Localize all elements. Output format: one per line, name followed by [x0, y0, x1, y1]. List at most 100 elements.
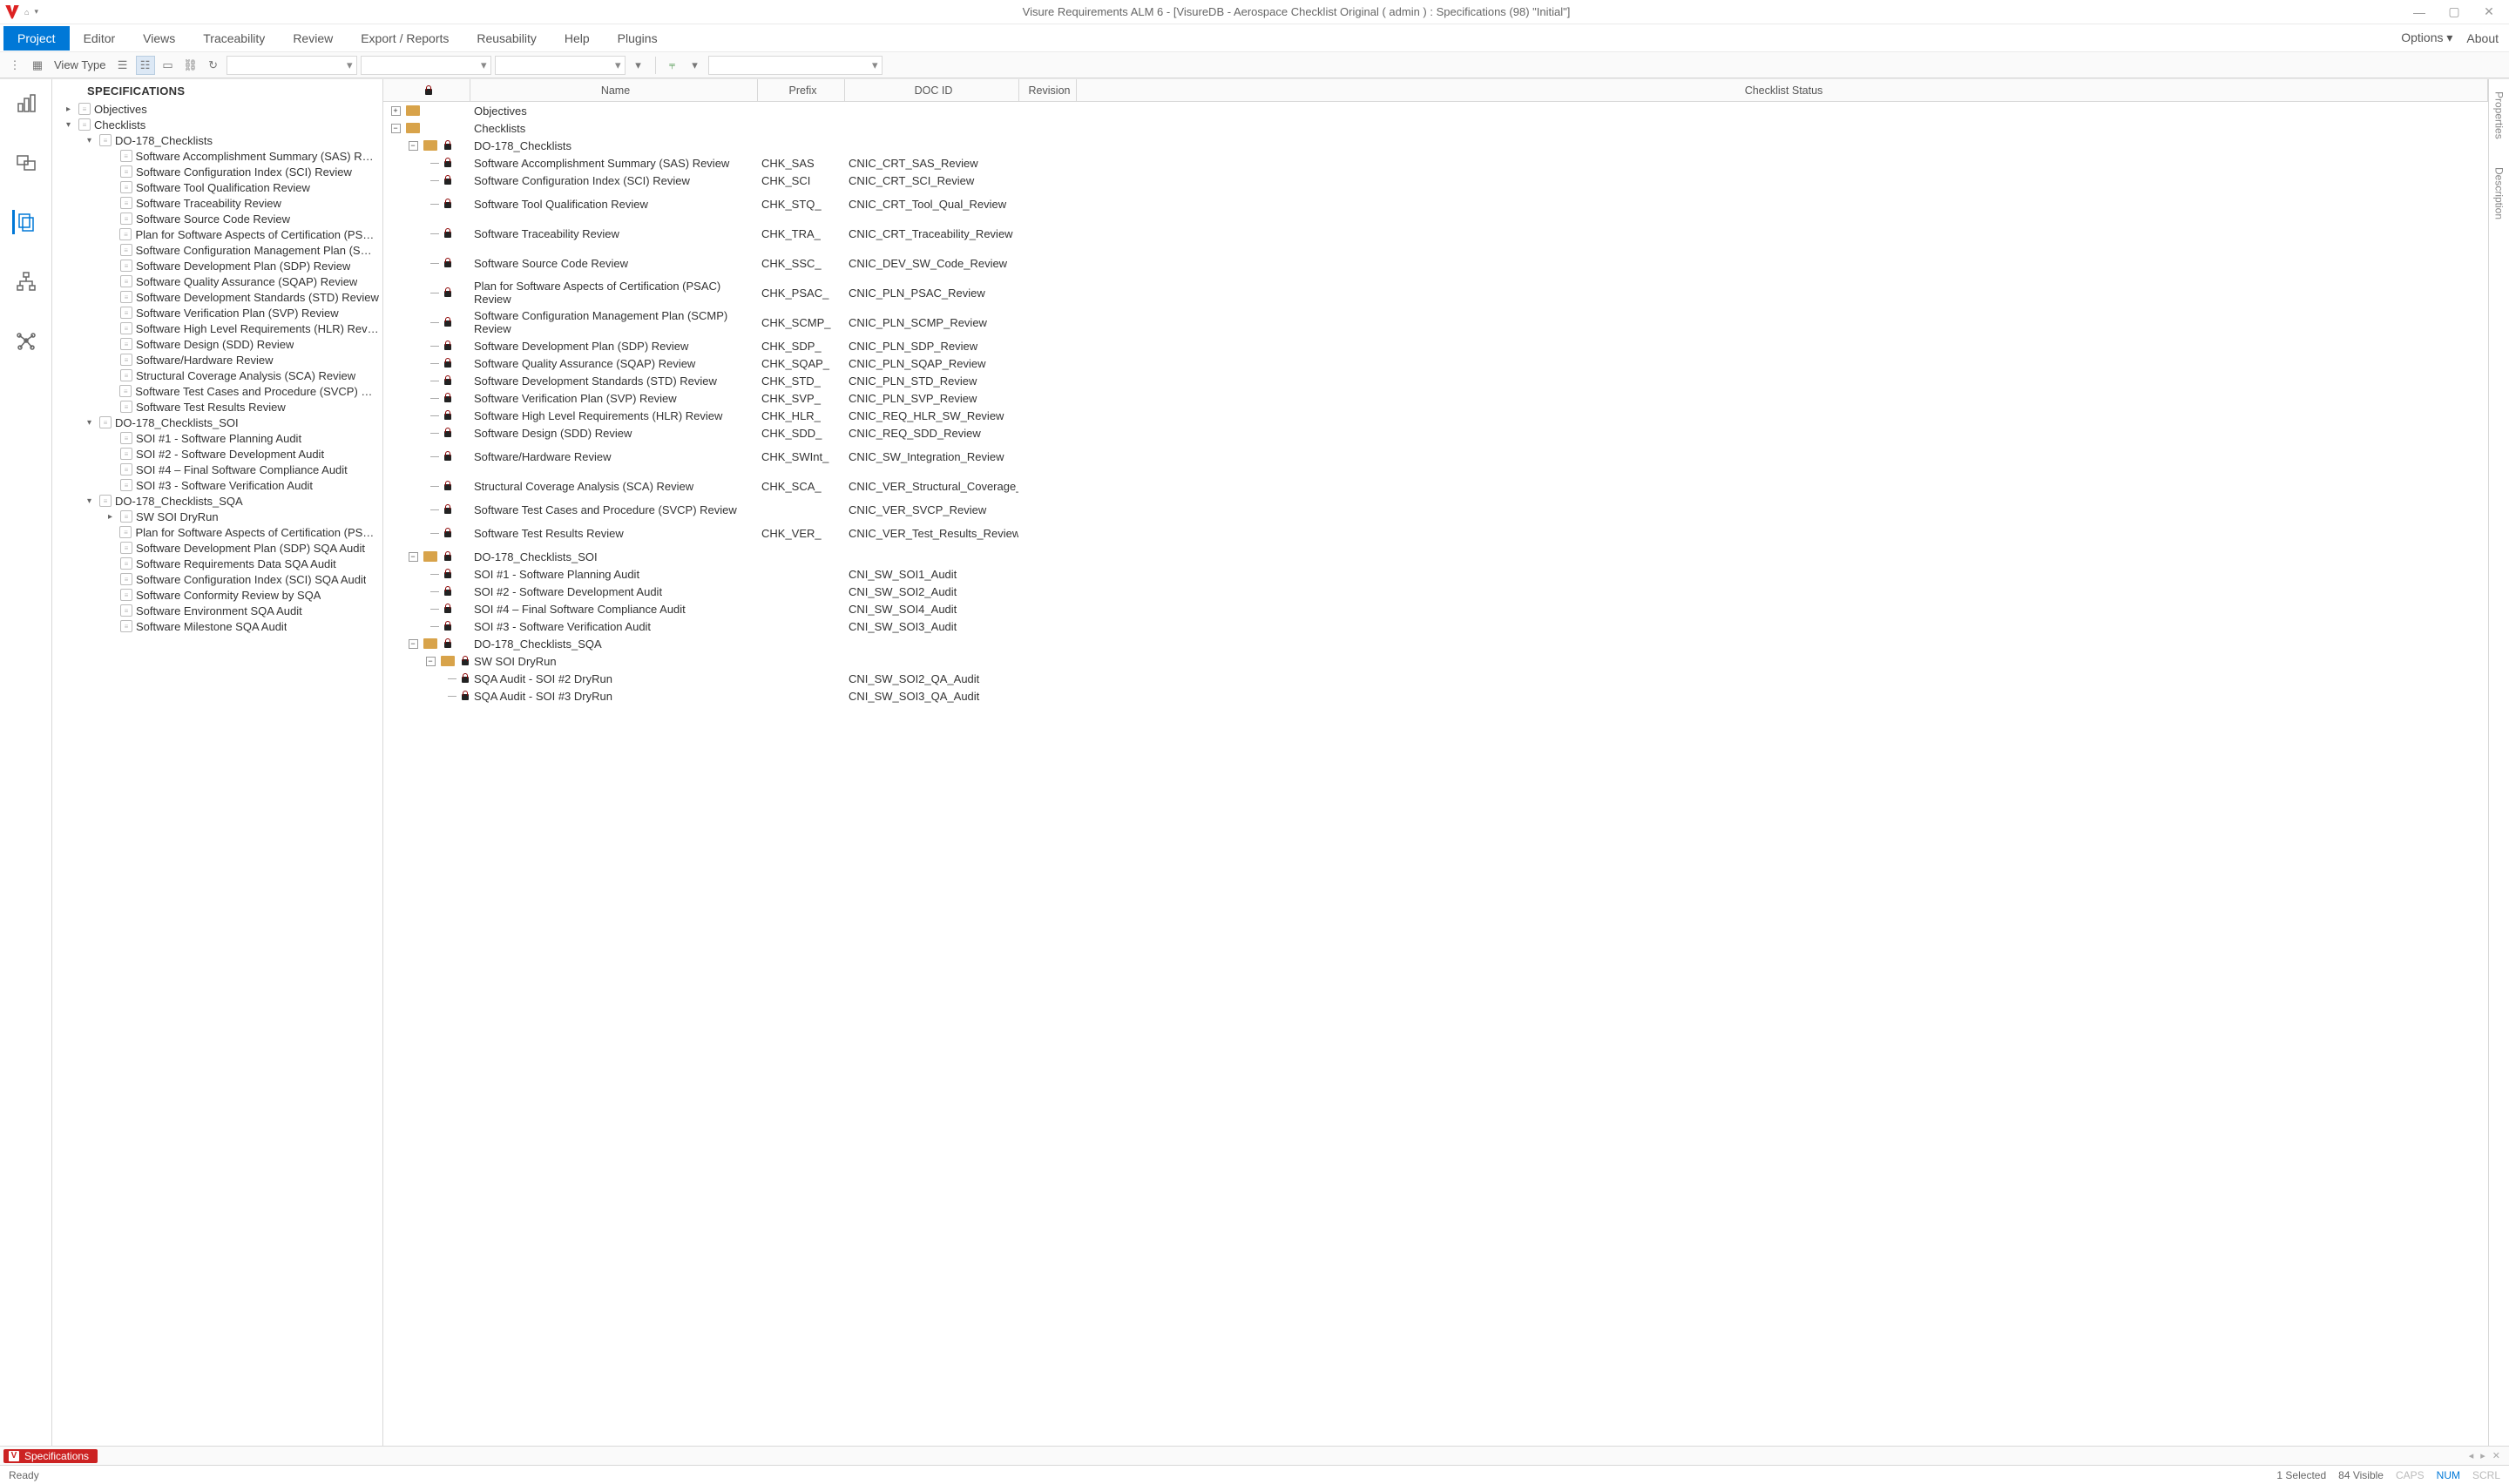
chevron-down-icon[interactable]: ▾ — [629, 56, 648, 75]
tree-item[interactable]: ≡Software Milestone SQA Audit — [56, 618, 382, 634]
grid-row[interactable]: −SW SOI DryRun — [383, 652, 2488, 670]
filter-input[interactable]: ▾ — [708, 56, 883, 75]
tree-item[interactable]: ≡Software Development Standards (STD) Re… — [56, 289, 382, 305]
grid-row[interactable]: Software Quality Assurance (SQAP) Review… — [383, 354, 2488, 372]
tree-panel[interactable]: SPECIFICATIONS ▸≡Objectives▾≡Checklists▾… — [52, 79, 383, 1446]
document-tab[interactable]: V Specifications — [3, 1449, 98, 1463]
tree-item[interactable]: ▾≡DO-178_Checklists_SQA — [56, 493, 382, 509]
grid-row[interactable]: Software/Hardware ReviewCHK_SWInt_CNIC_S… — [383, 442, 2488, 471]
menu-review[interactable]: Review — [279, 26, 347, 51]
grid-row[interactable]: +Objectives — [383, 102, 2488, 119]
view-list-icon[interactable]: ☰ — [113, 56, 132, 75]
tree-item[interactable]: ≡Software Accomplishment Summary (SAS) R… — [56, 148, 382, 164]
menu-traceability[interactable]: Traceability — [189, 26, 279, 51]
grid-row[interactable]: Software High Level Requirements (HLR) R… — [383, 407, 2488, 424]
grid-row[interactable]: Software Test Results ReviewCHK_VER_CNIC… — [383, 518, 2488, 548]
grid-row[interactable]: SOI #3 - Software Verification AuditCNI_… — [383, 617, 2488, 635]
grid-row[interactable]: Software Source Code ReviewCHK_SSC_CNIC_… — [383, 248, 2488, 278]
grid-row[interactable]: Software Design (SDD) ReviewCHK_SDD_CNIC… — [383, 424, 2488, 442]
grid-row[interactable]: Software Configuration Management Plan (… — [383, 307, 2488, 337]
tree-item[interactable]: ≡Software Development Plan (SDP) Review — [56, 258, 382, 273]
quick-access-arrow-icon[interactable]: ▾ — [34, 7, 38, 17]
tree-item[interactable]: ▾≡DO-178_Checklists — [56, 132, 382, 148]
tree-item[interactable]: ≡Software High Level Requirements (HLR) … — [56, 320, 382, 336]
filter-icon[interactable]: ⫧ — [663, 56, 682, 75]
menu-about[interactable]: About — [2459, 26, 2506, 51]
tree-item[interactable]: ≡Software Tool Qualification Review — [56, 179, 382, 195]
nav-documents-icon[interactable] — [12, 210, 37, 234]
chevron-down-icon[interactable]: ▾ — [87, 418, 96, 428]
tree-item[interactable]: ≡SOI #2 - Software Development Audit — [56, 446, 382, 462]
col-header-tree[interactable] — [383, 79, 470, 101]
tree-item[interactable]: ≡Software Traceability Review — [56, 195, 382, 211]
tree-item[interactable]: ▸≡Objectives — [56, 101, 382, 117]
menu-help[interactable]: Help — [551, 26, 604, 51]
maximize-button[interactable]: ▢ — [2448, 6, 2460, 18]
col-header-name[interactable]: Name — [470, 79, 758, 101]
grid-row[interactable]: Software Verification Plan (SVP) ReviewC… — [383, 389, 2488, 407]
tree-item[interactable]: ▸≡SW SOI DryRun — [56, 509, 382, 524]
view-outline-icon[interactable]: ☷ — [136, 56, 155, 75]
grid-row[interactable]: Software Tool Qualification ReviewCHK_ST… — [383, 189, 2488, 219]
grid-row[interactable]: SQA Audit - SOI #2 DryRunCNI_SW_SOI2_QA_… — [383, 670, 2488, 687]
tree-item[interactable]: ≡SOI #3 - Software Verification Audit — [56, 477, 382, 493]
menu-views[interactable]: Views — [129, 26, 189, 51]
menu-project[interactable]: Project — [3, 26, 70, 51]
grid-row[interactable]: Software Configuration Index (SCI) Revie… — [383, 172, 2488, 189]
menu-plugins[interactable]: Plugins — [604, 26, 672, 51]
expand-icon[interactable]: + — [391, 106, 401, 116]
combo-2[interactable]: ▾ — [361, 56, 491, 75]
tree-item[interactable]: ≡Software Requirements Data SQA Audit — [56, 556, 382, 571]
grid-row[interactable]: SOI #4 – Final Software Compliance Audit… — [383, 600, 2488, 617]
collapse-icon[interactable]: − — [409, 639, 418, 649]
nav-graph-icon[interactable] — [14, 328, 38, 353]
grid-row[interactable]: Structural Coverage Analysis (SCA) Revie… — [383, 471, 2488, 501]
combo-3[interactable]: ▾ — [495, 56, 626, 75]
grid-row[interactable]: Software Accomplishment Summary (SAS) Re… — [383, 154, 2488, 172]
minimize-button[interactable]: — — [2413, 6, 2425, 18]
grid-row[interactable]: Software Development Plan (SDP) ReviewCH… — [383, 337, 2488, 354]
tree-item[interactable]: ≡Software Configuration Management Plan … — [56, 242, 382, 258]
tree-item[interactable]: ≡Software/Hardware Review — [56, 352, 382, 368]
nav-windows-icon[interactable] — [14, 151, 38, 175]
tree-item[interactable]: ≡Plan for Software Aspects of Certificat… — [56, 524, 382, 540]
next-tab-icon[interactable]: ▸ — [2480, 1450, 2485, 1461]
tree-item[interactable]: ≡SOI #1 - Software Planning Audit — [56, 430, 382, 446]
tree-item[interactable]: ≡Software Quality Assurance (SQAP) Revie… — [56, 273, 382, 289]
tree-item[interactable]: ≡Software Design (SDD) Review — [56, 336, 382, 352]
chevron-down-icon[interactable]: ▾ — [87, 136, 96, 145]
refresh-icon[interactable]: ↻ — [204, 56, 223, 75]
grid-row[interactable]: Software Development Standards (STD) Rev… — [383, 372, 2488, 389]
col-header-docid[interactable]: DOC ID — [845, 79, 1019, 101]
tab-properties[interactable]: Properties — [2492, 86, 2507, 145]
tree-item[interactable]: ≡Software Configuration Index (SCI) Revi… — [56, 164, 382, 179]
grid-row[interactable]: −DO-178_Checklists — [383, 137, 2488, 154]
grid-row[interactable]: −DO-178_Checklists_SQA — [383, 635, 2488, 652]
nav-tree-icon[interactable] — [14, 269, 38, 293]
grid-row[interactable]: SOI #1 - Software Planning AuditCNI_SW_S… — [383, 565, 2488, 583]
tree-item[interactable]: ≡Structural Coverage Analysis (SCA) Revi… — [56, 368, 382, 383]
grid-icon[interactable]: ▦ — [28, 56, 47, 75]
close-doc-icon[interactable]: ✕ — [2492, 1450, 2500, 1461]
tree-item[interactable]: ≡SOI #4 – Final Software Compliance Audi… — [56, 462, 382, 477]
grid-row[interactable]: SOI #2 - Software Development AuditCNI_S… — [383, 583, 2488, 600]
grid-row[interactable]: −DO-178_Checklists_SOI — [383, 548, 2488, 565]
nav-chart-icon[interactable] — [14, 91, 38, 116]
link-icon[interactable]: ⛓ — [181, 56, 200, 75]
tree-item[interactable]: ≡Software Configuration Index (SCI) SQA … — [56, 571, 382, 587]
tree-item[interactable]: ▾≡Checklists — [56, 117, 382, 132]
tree-item[interactable]: ≡Software Source Code Review — [56, 211, 382, 226]
grid-body[interactable]: +Objectives−Checklists−DO-178_Checklists… — [383, 102, 2488, 1446]
grid-row[interactable]: Plan for Software Aspects of Certificati… — [383, 278, 2488, 307]
menu-editor[interactable]: Editor — [70, 26, 130, 51]
tree-item[interactable]: ≡Software Conformity Review by SQA — [56, 587, 382, 603]
col-header-checklist-status[interactable]: Checklist Status — [1077, 79, 2488, 101]
tree-item[interactable]: ≡Software Test Cases and Procedure (SVCP… — [56, 383, 382, 399]
tree-item[interactable]: ≡Software Environment SQA Audit — [56, 603, 382, 618]
chevron-right-icon[interactable]: ▸ — [108, 512, 117, 522]
tree-item[interactable]: ▾≡DO-178_Checklists_SOI — [56, 415, 382, 430]
grid-row[interactable]: SQA Audit - SOI #3 DryRunCNI_SW_SOI3_QA_… — [383, 687, 2488, 705]
chevron-right-icon[interactable]: ▸ — [66, 105, 75, 114]
prev-tab-icon[interactable]: ◂ — [2469, 1450, 2474, 1461]
col-header-prefix[interactable]: Prefix — [758, 79, 845, 101]
